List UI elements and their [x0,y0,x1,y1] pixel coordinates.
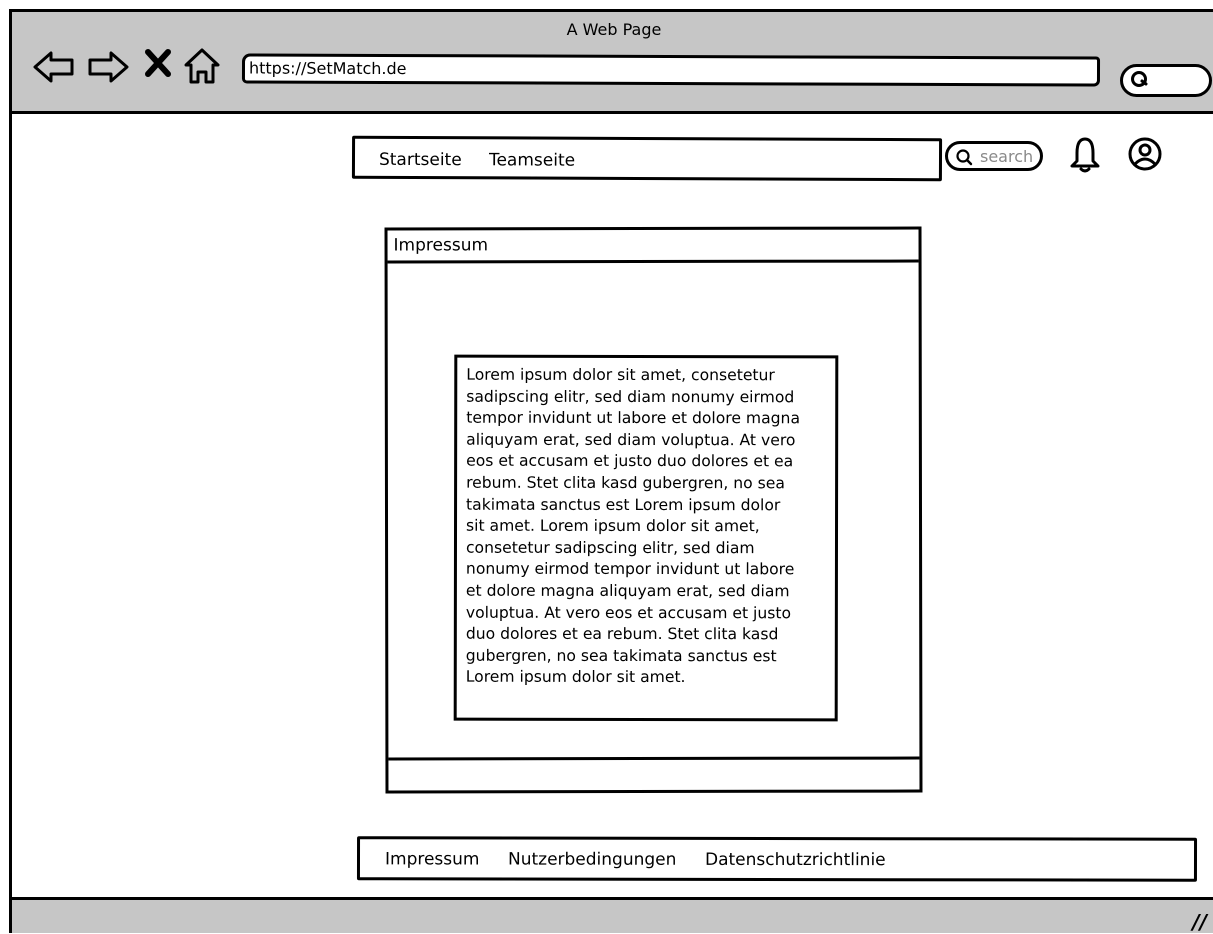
search-placeholder: search [980,147,1034,166]
footer-link-nutzerbedingungen[interactable]: Nutzerbedingungen [508,850,676,870]
status-bar: // [9,897,1213,934]
browser-search-field[interactable] [1120,64,1212,97]
browser-chrome: A Web Page https://SetMatch.de [9,9,1213,114]
footer-link-impressum[interactable]: Impressum [385,849,480,869]
footer-navigation: Impressum Nutzerbedingungen Datenschutzr… [356,836,1198,882]
bell-icon[interactable] [1069,135,1101,179]
search-icon [955,148,975,172]
user-account-icon[interactable] [1127,136,1163,176]
url-field[interactable]: https://SetMatch.de [241,53,1101,87]
panel-title: Impressum [387,229,919,264]
top-navigation: Startseite Teamseite [351,135,943,182]
close-x-icon[interactable] [144,48,172,82]
home-icon[interactable] [182,47,222,89]
nav-item-startseite[interactable]: Startseite [379,150,462,170]
resize-grip-icon[interactable]: // [1192,910,1207,934]
impressum-body-text: Lorem ipsum dolor sit amet, consetetur s… [465,365,801,687]
nav-item-teamseite[interactable]: Teamseite [489,150,575,170]
site-search-input[interactable]: search [945,141,1043,171]
frame-left-border [9,114,12,897]
search-icon [1129,69,1151,95]
impressum-text-box: Lorem ipsum dolor sit amet, consetetur s… [453,354,839,722]
forward-arrow-icon[interactable] [84,50,130,88]
back-arrow-icon[interactable] [32,50,78,88]
footer-link-datenschutzrichtlinie[interactable]: Datenschutzrichtlinie [705,850,886,870]
window-title: A Web Page [566,20,662,39]
panel-footer-divider [388,756,920,761]
